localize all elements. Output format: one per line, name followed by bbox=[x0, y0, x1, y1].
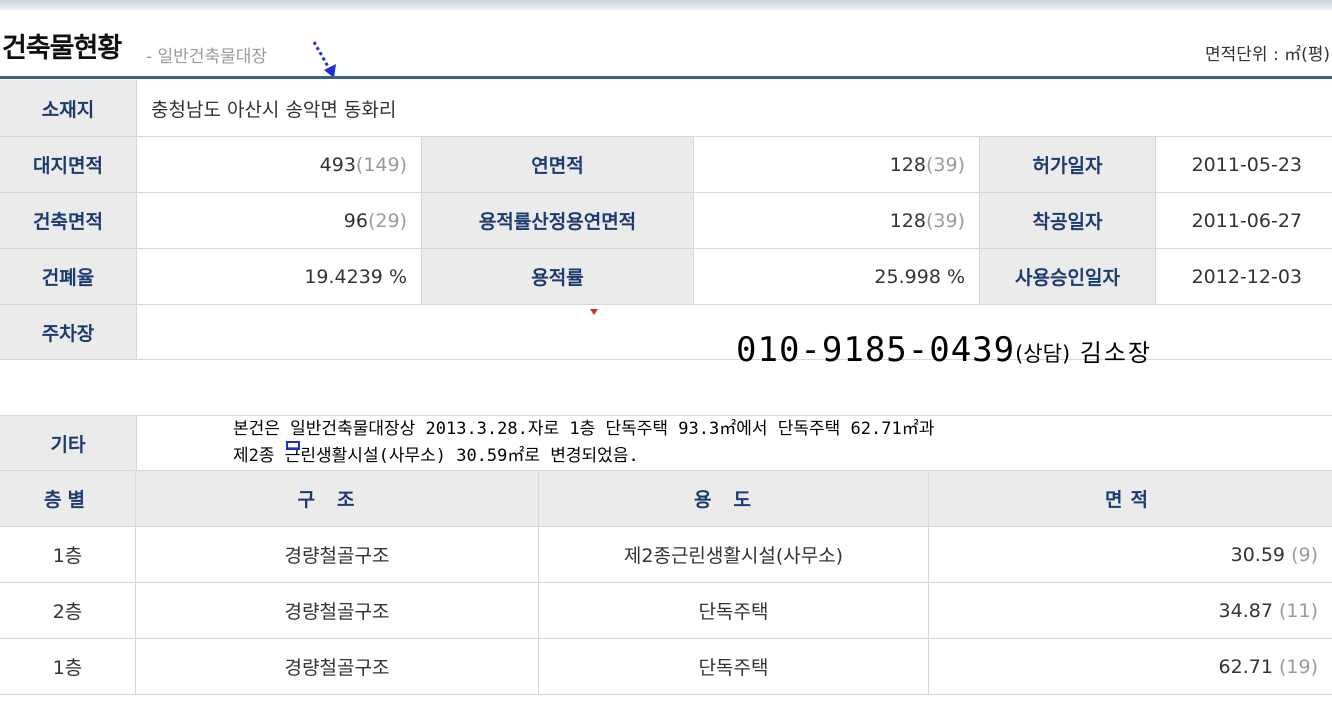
area-cell: 62.71 (19) bbox=[929, 639, 1332, 694]
info-row: 대지면적 493 (149) 연면적 128 (39) 허가일자 2011-05-2… bbox=[0, 137, 1332, 193]
other-note-line1: 본건은 일반건축물대장상 2013.3.28.자로 1층 단독주택 93.3㎡에… bbox=[233, 419, 935, 439]
top-band bbox=[0, 0, 1332, 10]
area-cell: 34.87 (11) bbox=[929, 583, 1332, 638]
contact-name: 김소장 bbox=[1070, 339, 1153, 367]
far-floor-area-value: 128 (39) bbox=[694, 193, 980, 248]
area-cell: 30.59 (9) bbox=[929, 527, 1332, 582]
floor-cell: 1층 bbox=[0, 639, 136, 694]
header-rule bbox=[0, 76, 1332, 79]
col-use: 용도 bbox=[539, 471, 929, 526]
building-area-label: 건축면적 bbox=[0, 193, 137, 248]
table-row: 2층 경량철골구조 단독주택 34.87 (11) bbox=[0, 583, 1332, 639]
location-row: 소재지 충청남도 아산시 송악면 동화리 bbox=[0, 80, 1332, 137]
permit-date-label: 허가일자 bbox=[980, 137, 1156, 192]
coverage-ratio-label: 건폐율 bbox=[0, 249, 137, 304]
text-cursor-box bbox=[286, 441, 300, 450]
parking-value bbox=[137, 305, 1332, 359]
structure-cell: 경량철골구조 bbox=[136, 527, 539, 582]
col-structure: 구조 bbox=[136, 471, 539, 526]
use-cell: 제2종근린생활시설(사무소) bbox=[539, 527, 929, 582]
coverage-ratio-value: 19.4239 % bbox=[137, 249, 422, 304]
total-floor-area-label: 연면적 bbox=[422, 137, 694, 192]
col-floor: 층별 bbox=[0, 471, 136, 526]
construction-start-value: 2011-06-27 bbox=[1156, 193, 1332, 248]
location-label: 소재지 bbox=[0, 80, 137, 136]
contact-overlay: 010-9185-0439(상담) 김소장 bbox=[736, 330, 1152, 370]
structure-cell: 경량철골구조 bbox=[136, 639, 539, 694]
section-header: 건축물현황 - 일반건축물대장 면적단위 : ㎡(평) bbox=[0, 10, 1332, 76]
structure-cell: 경량철골구조 bbox=[136, 583, 539, 638]
floor-area-ratio-value: 25.998 % bbox=[694, 249, 980, 304]
page-title: 건축물현황 bbox=[2, 33, 122, 64]
annotation-arrow-icon bbox=[312, 41, 336, 78]
page-subtitle: - 일반건축물대장 bbox=[146, 47, 268, 67]
floor-area-ratio-label: 용적률 bbox=[422, 249, 694, 304]
floor-cell: 2층 bbox=[0, 583, 136, 638]
table-row: 1층 경량철골구조 제2종근린생활시설(사무소) 30.59 (9) bbox=[0, 527, 1332, 583]
land-area-value: 493 (149) bbox=[137, 137, 422, 192]
total-floor-area-value: 128 (39) bbox=[694, 137, 980, 192]
info-row: 건축면적 96 (29) 용적률산정용연면적 128 (39) 착공일자 2011-… bbox=[0, 193, 1332, 249]
parking-label: 주차장 bbox=[0, 305, 137, 359]
construction-start-label: 착공일자 bbox=[980, 193, 1156, 248]
use-cell: 단독주택 bbox=[539, 583, 929, 638]
other-note: 본건은 일반건축물대장상 2013.3.28.자로 1층 단독주택 93.3㎡에… bbox=[233, 416, 935, 470]
contact-tag: (상담) bbox=[1015, 342, 1071, 366]
floor-cell: 1층 bbox=[0, 527, 136, 582]
location-value: 충청남도 아산시 송악면 동화리 bbox=[137, 80, 1332, 136]
approval-date-label: 사용승인일자 bbox=[980, 249, 1156, 304]
table-row: 1층 경량철골구조 단독주택 62.71 (19) bbox=[0, 639, 1332, 695]
contact-phone: 010-9185-0439 bbox=[736, 330, 1016, 370]
marker-icon bbox=[590, 309, 598, 315]
floors-table-header: 층별 구조 용도 면적 bbox=[0, 471, 1332, 527]
col-area: 면적 bbox=[929, 471, 1332, 526]
approval-date-value: 2012-12-03 bbox=[1156, 249, 1332, 304]
far-floor-area-label: 용적률산정용연면적 bbox=[422, 193, 694, 248]
permit-date-value: 2011-05-23 bbox=[1156, 137, 1332, 192]
info-row: 건폐율 19.4239 % 용적률 25.998 % 사용승인일자 2012-1… bbox=[0, 249, 1332, 305]
use-cell: 단독주택 bbox=[539, 639, 929, 694]
area-unit-label: 면적단위 : ㎡(평) bbox=[1205, 45, 1330, 65]
other-label: 기타 bbox=[0, 416, 137, 470]
building-area-value: 96 (29) bbox=[137, 193, 422, 248]
land-area-label: 대지면적 bbox=[0, 137, 137, 192]
